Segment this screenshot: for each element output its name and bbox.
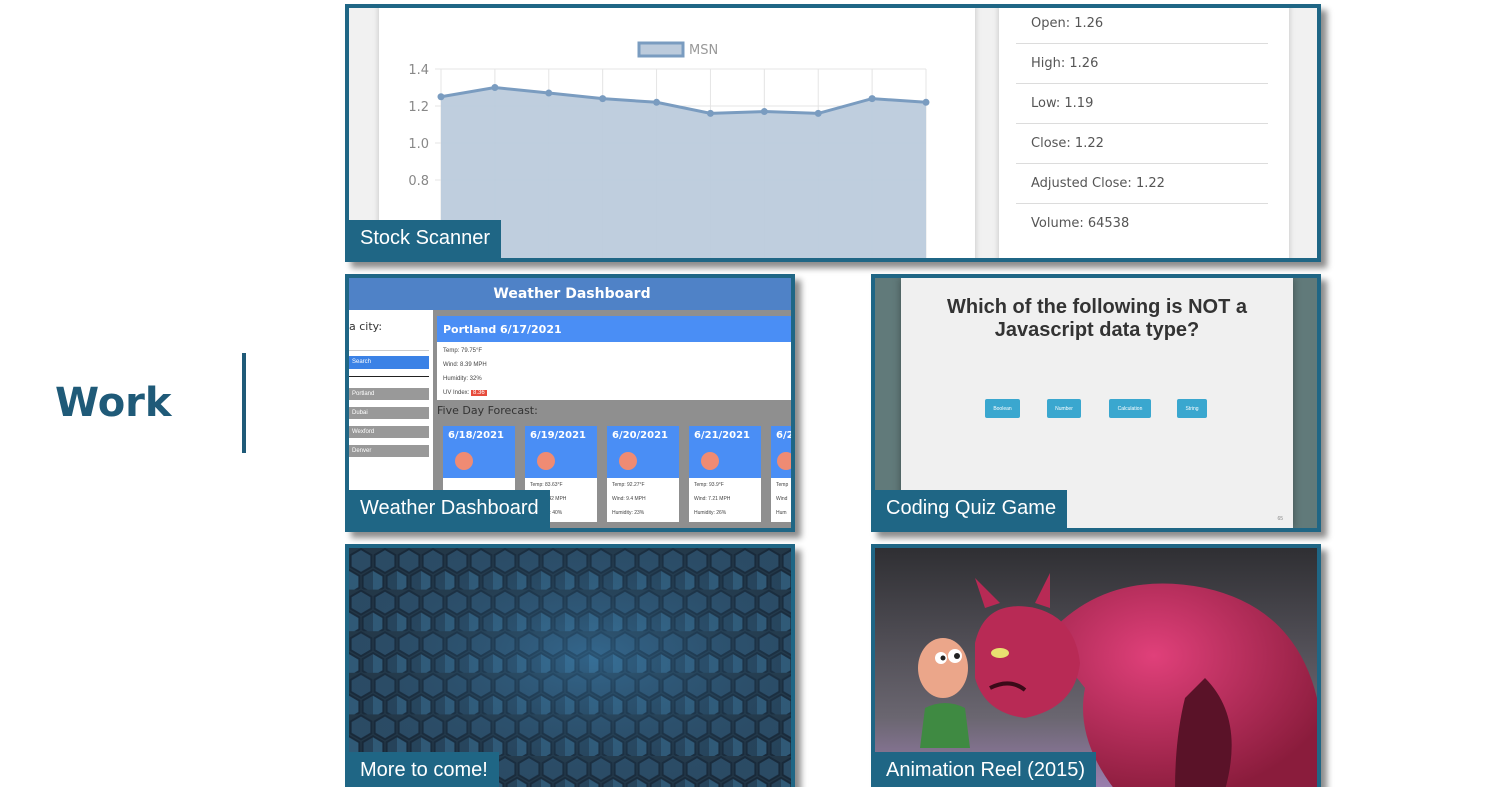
forecast-humidity: Humidity: 26% bbox=[694, 510, 727, 516]
forecast-date: 6/19/2021 bbox=[530, 430, 587, 441]
detail-high: High: 1.26 bbox=[1016, 44, 1268, 84]
detail-adjusted-close: Adjusted Close: 1.22 bbox=[1016, 164, 1268, 204]
card-label[interactable]: Stock Scanner bbox=[349, 220, 502, 258]
y-tick-label: 1.4 bbox=[408, 63, 429, 78]
history-item[interactable]: Denver bbox=[349, 445, 429, 457]
forecast-card-header: 6/21/2021 bbox=[689, 426, 761, 478]
history-item[interactable]: Portland bbox=[349, 388, 429, 400]
y-tick-label: 1.0 bbox=[408, 137, 429, 152]
forecast-wind: Wind bbox=[776, 496, 788, 502]
forecast-card-header: 6/20/2021 bbox=[607, 426, 679, 478]
current-wind: Wind: 8.39 MPH bbox=[443, 362, 487, 368]
section-title: Work bbox=[55, 380, 172, 426]
history-item[interactable]: Wexford bbox=[349, 426, 429, 438]
city-input[interactable] bbox=[349, 337, 429, 351]
sun-icon bbox=[619, 452, 637, 470]
card-label[interactable]: Weather Dashboard bbox=[349, 490, 550, 528]
forecast-date: 6/22 bbox=[776, 430, 794, 441]
card-label[interactable]: Animation Reel (2015) bbox=[875, 752, 1096, 787]
data-point bbox=[706, 109, 714, 117]
forecast-temp: Temp: 92.27°F bbox=[612, 482, 645, 488]
y-tick-label: 0.8 bbox=[408, 174, 429, 189]
forecast-date: 6/21/2021 bbox=[694, 430, 751, 441]
search-button[interactable]: Search bbox=[349, 356, 429, 369]
current-humidity: Humidity: 32% bbox=[443, 376, 482, 382]
forecast-wind: Wind: 7.21 MPH bbox=[694, 496, 731, 502]
current-weather: Portland 6/17/2021 Temp: 79.75°F Wind: 8… bbox=[437, 316, 791, 400]
answer-button[interactable]: Calculation bbox=[1109, 399, 1151, 418]
current-temp: Temp: 79.75°F bbox=[443, 348, 483, 354]
data-point bbox=[599, 95, 607, 103]
detail-low: Low: 1.19 bbox=[1016, 84, 1268, 124]
divider bbox=[349, 376, 429, 377]
history-item[interactable]: Dubai bbox=[349, 407, 429, 419]
card-label[interactable]: More to come! bbox=[349, 752, 499, 787]
uv-label: UV Index: bbox=[443, 390, 470, 396]
card-label[interactable]: Coding Quiz Game bbox=[875, 490, 1068, 528]
forecast-temp: Temp: 93.9°F bbox=[694, 482, 724, 488]
detail-volume: Volume: 64538 bbox=[1031, 216, 1130, 231]
forecast-date: 6/20/2021 bbox=[612, 430, 669, 441]
sun-icon bbox=[455, 452, 473, 470]
forecast-humidity: Hum bbox=[776, 510, 787, 516]
section-divider bbox=[242, 353, 246, 453]
forecast-card: 6/20/2021 Temp: 92.27°F Wind: 9.4 MPH Hu… bbox=[607, 426, 679, 522]
current-title: Portland 6/17/2021 bbox=[437, 316, 791, 342]
y-tick-label: 1.2 bbox=[408, 100, 429, 115]
project-card-animation-reel[interactable]: Animation Reel (2015) bbox=[871, 544, 1321, 787]
data-point bbox=[868, 95, 876, 103]
answer-button[interactable]: Boolean bbox=[985, 399, 1020, 418]
answer-button[interactable]: String bbox=[1177, 399, 1207, 418]
stock-detail-panel: Open: 1.26 High: 1.26 Low: 1.19 Close: 1… bbox=[999, 8, 1289, 258]
data-point bbox=[437, 93, 445, 101]
data-point bbox=[760, 108, 768, 116]
detail-open: Open: 1.26 bbox=[1016, 8, 1268, 44]
legend-label: MSN bbox=[689, 43, 718, 58]
detail-close: Close: 1.22 bbox=[1016, 124, 1268, 164]
uv-badge: 8.36 bbox=[471, 390, 487, 396]
forecast-temp: Temp: 83.63°F bbox=[530, 482, 563, 488]
forecast-date: 6/18/2021 bbox=[448, 430, 505, 441]
forecast-title: Five Day Forecast: bbox=[437, 404, 538, 417]
forecast-temp: Temp bbox=[776, 482, 789, 488]
answer-button[interactable]: Number bbox=[1047, 399, 1081, 418]
project-card-stock-scanner[interactable]: MSN1.41.21.00.80.4 Open: 1.26 High: 1.26… bbox=[345, 4, 1321, 262]
legend-swatch bbox=[637, 41, 685, 58]
data-point bbox=[491, 84, 499, 91]
sun-icon bbox=[777, 452, 791, 470]
weather-header: Weather Dashboard bbox=[349, 278, 791, 310]
forecast-card: 6/21/2021 Temp: 93.9°F Wind: 7.21 MPH Hu… bbox=[689, 426, 761, 522]
forecast-humidity: Humidity: 23% bbox=[612, 510, 645, 516]
data-point bbox=[814, 109, 822, 117]
project-card-coding-quiz[interactable]: Which of the following is NOT a Javascri… bbox=[871, 274, 1321, 532]
current-uv: UV Index: 8.36 bbox=[443, 390, 487, 396]
project-card-weather-dashboard[interactable]: Weather Dashboard a city: Search Portlan… bbox=[345, 274, 795, 532]
sun-icon bbox=[701, 452, 719, 470]
page: Work MSN1.41.21.00.80.4 Open: 1.26 High:… bbox=[0, 0, 1490, 787]
project-card-more-to-come[interactable]: More to come! bbox=[345, 544, 795, 787]
data-point bbox=[922, 98, 930, 106]
series-area bbox=[441, 87, 926, 258]
data-point bbox=[653, 98, 661, 106]
forecast-card: 6/22 Temp Wind Hum bbox=[771, 426, 794, 522]
forecast-card-header: 6/18/2021 bbox=[443, 426, 515, 478]
city-label: a city: bbox=[349, 320, 383, 333]
forecast-card-header: 6/22 bbox=[771, 426, 794, 478]
forecast-wind: Wind: 9.4 MPH bbox=[612, 496, 646, 502]
quiz-question: Which of the following is NOT a Javascri… bbox=[947, 296, 1247, 341]
sun-icon bbox=[537, 452, 555, 470]
forecast-card-header: 6/19/2021 bbox=[525, 426, 597, 478]
data-point bbox=[545, 89, 553, 97]
quiz-timer: 65 bbox=[1277, 516, 1283, 522]
